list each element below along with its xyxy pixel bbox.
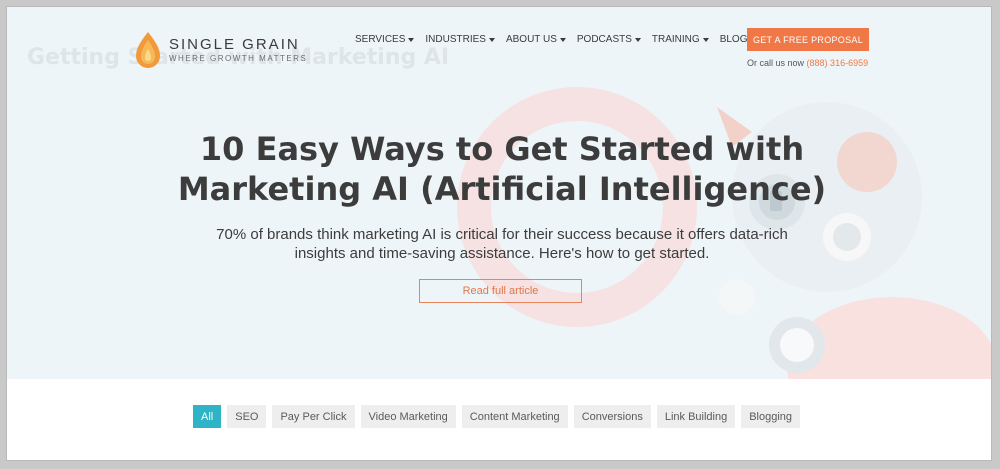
hero-section: Getting Started with Marketing AI SINGLE [7,7,991,379]
nav-label: INDUSTRIES [425,34,486,45]
phone-line: Or call us now (888) 316-6959 [747,58,868,68]
chevron-down-icon [702,37,709,42]
hero-headline: 10 Easy Ways to Get Started with Marketi… [177,130,827,208]
nav-item-industries[interactable]: INDUSTRIES [425,34,495,45]
filter-seo[interactable]: SEO [227,405,267,428]
filter-pay-per-click[interactable]: Pay Per Click [272,405,355,428]
filter-link-building[interactable]: Link Building [656,405,736,428]
main-nav: SERVICES INDUSTRIES ABOUT US PODCASTS TR… [355,34,758,45]
nav-label: SERVICES [355,34,406,45]
filter-all[interactable]: All [193,405,222,428]
nav-item-blog[interactable]: BLOG [720,34,748,45]
phone-number-link[interactable]: (888) 316-6959 [807,58,869,68]
nav-item-about-us[interactable]: ABOUT US [506,34,566,45]
nav-item-podcasts[interactable]: PODCASTS [577,34,641,45]
phone-prefix: Or call us now [747,58,805,68]
chevron-down-icon [408,37,415,42]
chevron-down-icon [634,37,641,42]
hero-subheadline: 70% of brands think marketing AI is crit… [216,226,788,262]
nav-item-services[interactable]: SERVICES [355,34,415,45]
nav-label: PODCASTS [576,34,632,45]
logo-name: SINGLE GRAIN [169,36,300,53]
chevron-down-icon [559,37,566,42]
filter-conversions[interactable]: Conversions [573,405,651,428]
logo-tagline: WHERE GROWTH MATTERS [169,54,308,63]
category-filter-bar: All SEO Pay Per Click Video Marketing Co… [193,405,806,428]
filter-video-marketing[interactable]: Video Marketing [360,405,456,428]
nav-label: BLOG [719,34,748,45]
read-full-article-button[interactable]: Read full article [419,279,582,303]
free-proposal-button[interactable]: GET A FREE PROPOSAL [747,28,869,51]
nav-item-training[interactable]: TRAINING [652,34,709,45]
filter-content-marketing[interactable]: Content Marketing [461,405,568,428]
filter-blogging[interactable]: Blogging [741,405,801,428]
nav-label: ABOUT US [505,34,557,45]
brand-logo[interactable]: SINGLE GRAIN WHERE GROWTH MATTERS [135,31,307,69]
logo-drop-icon [136,32,160,68]
chevron-down-icon [488,37,495,42]
nav-label: TRAINING [651,34,700,45]
page-frame: Getting Started with Marketing AI SINGLE [6,6,992,461]
